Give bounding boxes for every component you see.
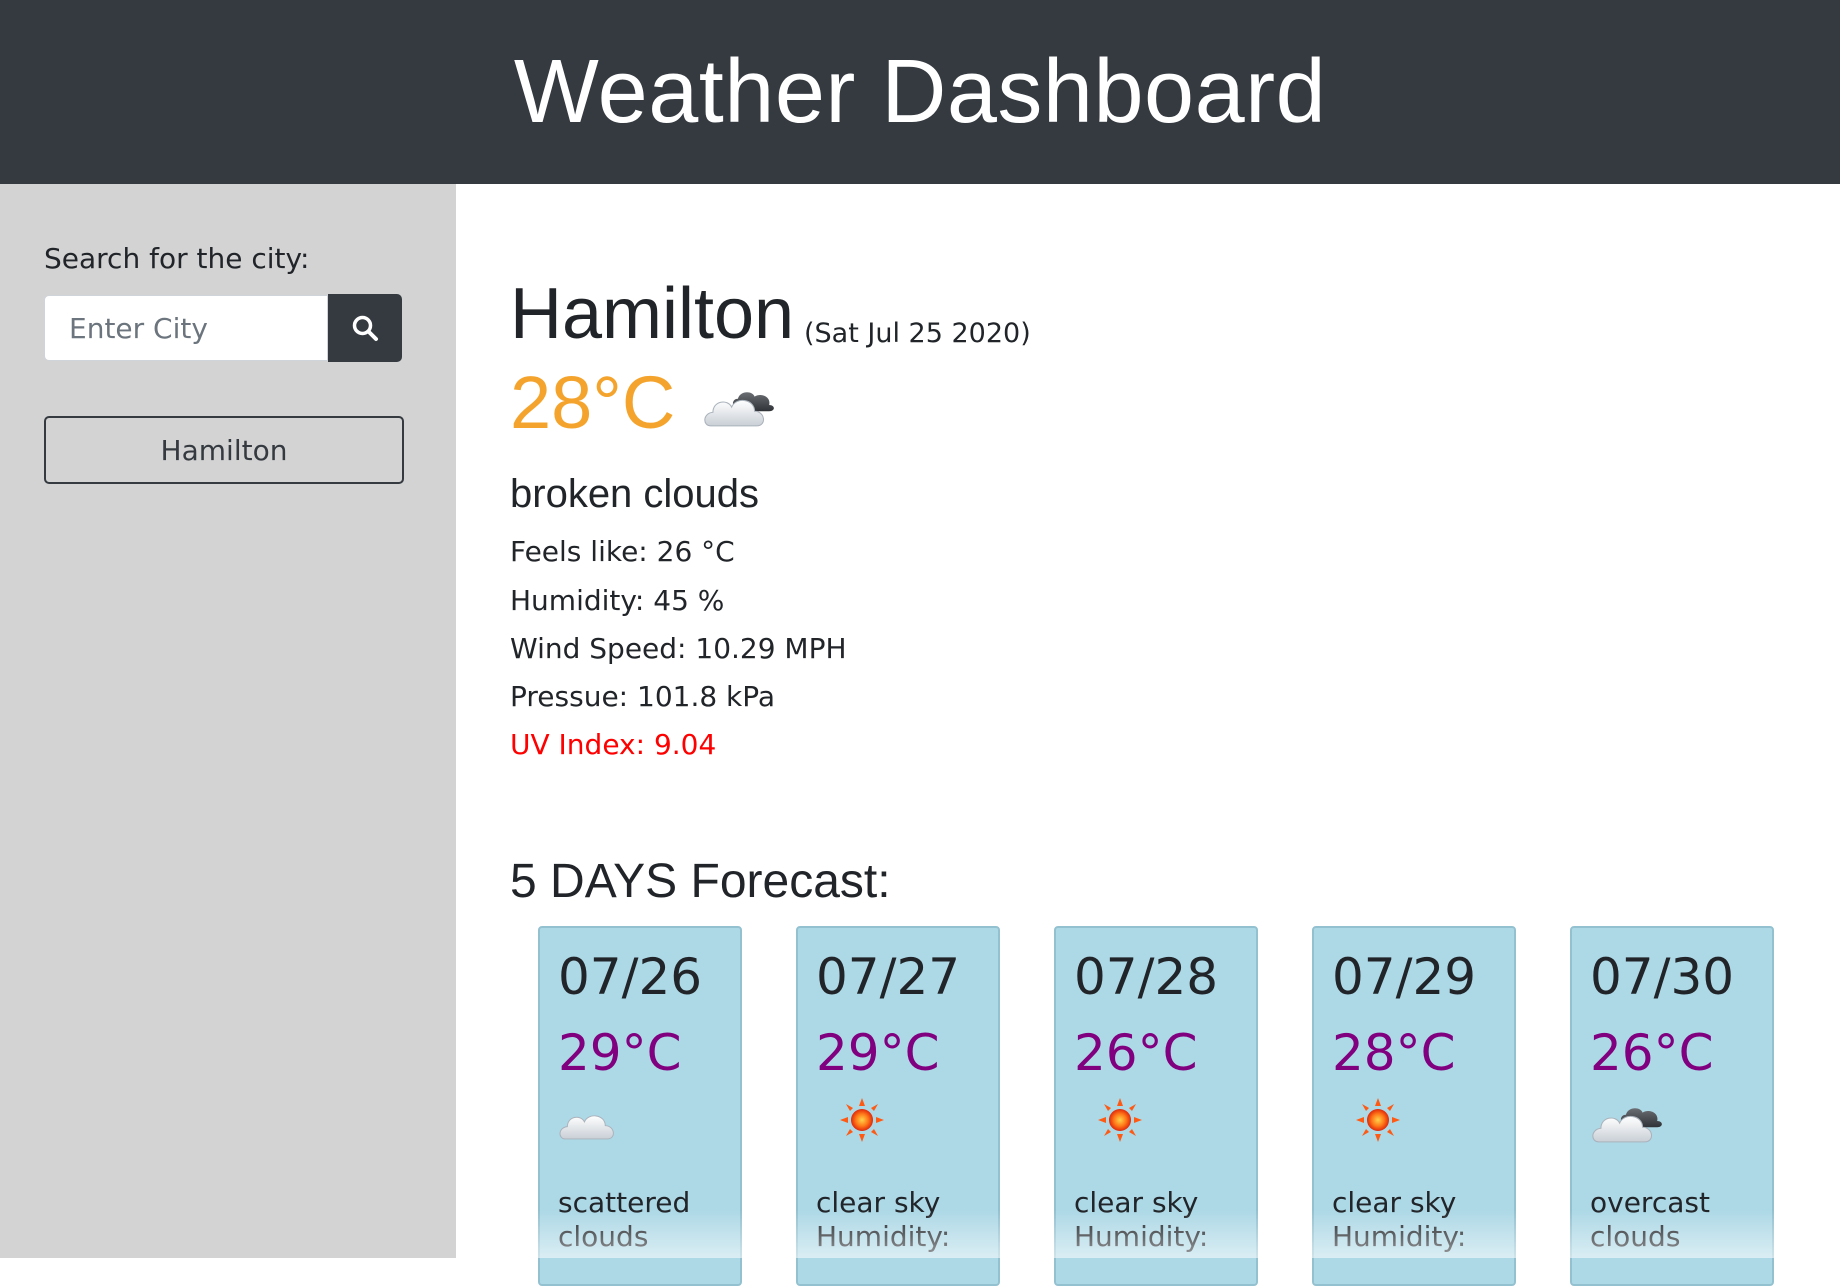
humidity: Humidity: 45 % (510, 584, 725, 617)
city-search-input[interactable] (44, 295, 328, 361)
forecast-card: 07/28 26°C clear sky Humidity: (1054, 926, 1258, 1286)
forecast-date: 07/27 (816, 948, 961, 1006)
current-date: (Sat Jul 25 2020) (804, 318, 1031, 349)
forecast-date: 07/28 (1074, 948, 1219, 1006)
feels-like: Feels like: 26 °C (510, 535, 735, 568)
forecast-temperature: 29°C (816, 1024, 940, 1082)
forecast-temperature: 26°C (1590, 1024, 1714, 1082)
forecast-humidity: Humidity: (1332, 1220, 1467, 1253)
forecast-temperature: 26°C (1074, 1024, 1198, 1082)
sun-icon (840, 1098, 884, 1142)
forecast-humidity: Humidity: (1074, 1220, 1209, 1253)
current-temperature: 28°C (510, 361, 676, 444)
forecast-date: 07/29 (1332, 948, 1477, 1006)
search-label: Search for the city: (44, 242, 310, 275)
scattered-clouds-icon (559, 1115, 614, 1140)
uv-index: UV Index: 9.04 (510, 728, 717, 761)
forecast-description: overcast clouds (1590, 1186, 1710, 1253)
forecast-temperature: 28°C (1332, 1024, 1456, 1082)
forecast-description: clear sky (1332, 1186, 1457, 1219)
wind-speed: Wind Speed: 10.29 MPH (510, 632, 847, 665)
forecast-temperature: 29°C (558, 1024, 682, 1082)
search-icon (352, 315, 378, 341)
overcast-clouds-icon (1592, 1108, 1662, 1143)
app-header: Weather Dashboard (0, 0, 1840, 184)
search-button[interactable] (328, 294, 402, 362)
forecast-card: 07/29 28°C clear sky Humidity: (1312, 926, 1516, 1286)
forecast-description: clear sky (1074, 1186, 1199, 1219)
sun-icon (1356, 1098, 1400, 1142)
sun-icon (1098, 1098, 1142, 1142)
forecast-card: 07/30 26°C overcast clouds (1570, 926, 1774, 1286)
forecast-title: 5 DAYS Forecast: (510, 855, 891, 908)
forecast-date: 07/30 (1590, 948, 1735, 1006)
forecast-description: clear sky (816, 1186, 941, 1219)
broken-clouds-icon (704, 392, 774, 427)
forecast-card: 07/27 29°C clear sky Humidity: (796, 926, 1000, 1286)
history-button-hamilton[interactable]: Hamilton (44, 416, 404, 484)
forecast-date: 07/26 (558, 948, 703, 1006)
current-city-name: Hamilton (510, 274, 795, 354)
forecast-card: 07/26 29°C scattered clouds (538, 926, 742, 1286)
app-title: Weather Dashboard (513, 41, 1327, 142)
forecast-description: scattered clouds (558, 1186, 691, 1253)
forecast-humidity: Humidity: (816, 1220, 951, 1253)
pressure: Pressue: 101.8 kPa (510, 680, 776, 713)
current-condition: broken clouds (510, 472, 760, 516)
